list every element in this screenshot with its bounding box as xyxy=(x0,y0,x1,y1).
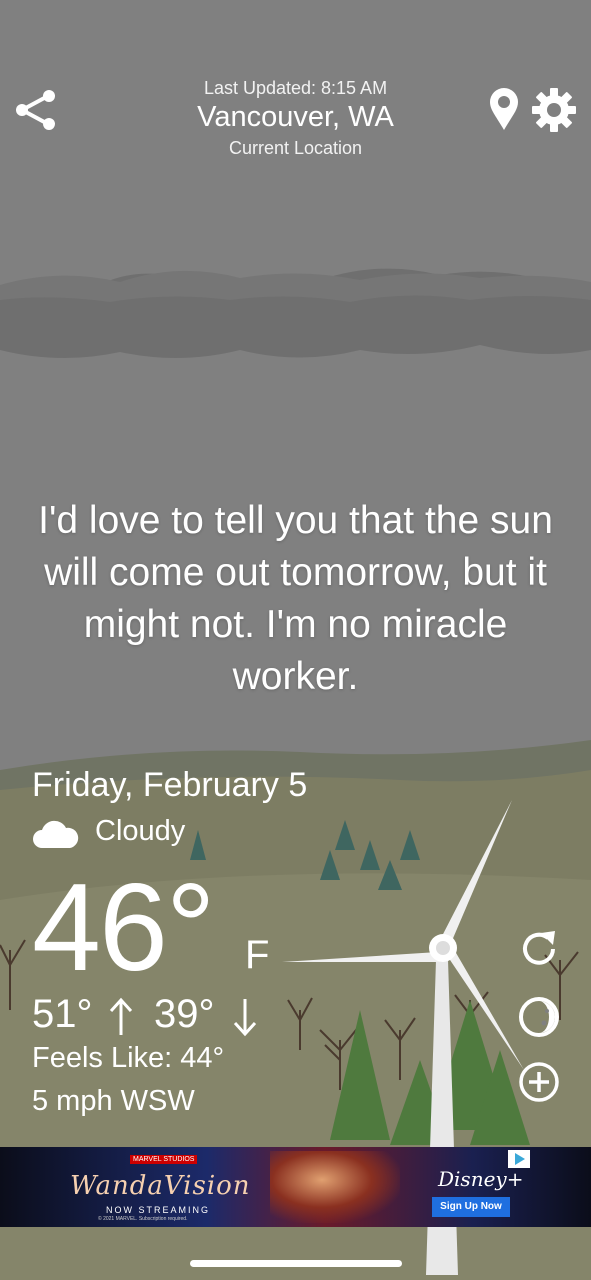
add-icon xyxy=(519,1062,559,1102)
feels-like: Feels Like: 44° xyxy=(32,1042,225,1074)
location-label: Current Location xyxy=(228,138,363,158)
ad-studio: MARVEL STUDIOS xyxy=(130,1155,198,1164)
low-temperature: 39° xyxy=(154,992,215,1036)
ad-fineprint: © 2021 MARVEL. Subscription required. xyxy=(98,1216,188,1222)
current-temperature: 46° xyxy=(32,859,216,997)
cloud-icon xyxy=(33,820,79,848)
ad-choices-button[interactable] xyxy=(508,1150,530,1168)
weather-quote: I'd love to tell you that the sun will c… xyxy=(38,499,553,698)
moon-button[interactable] xyxy=(517,995,561,1039)
ad-banner[interactable]: MARVEL STUDIOS WandaVision NOW STREAMING… xyxy=(0,1147,591,1227)
add-button[interactable] xyxy=(517,1060,561,1104)
ad-cta-button[interactable]: Sign Up Now xyxy=(432,1197,510,1217)
gear-icon xyxy=(532,88,576,132)
arrow-down-icon xyxy=(233,999,257,1037)
moon-icon xyxy=(519,997,559,1037)
home-indicator[interactable] xyxy=(190,1260,402,1267)
ad-title: WandaVision xyxy=(70,1171,251,1201)
ad-choices-icon xyxy=(515,1153,525,1165)
header: Last Updated: 8:15 AM Vancouver, WA Curr… xyxy=(0,0,591,170)
settings-button[interactable] xyxy=(530,86,578,134)
location-pin-icon xyxy=(490,88,518,130)
location-button[interactable] xyxy=(486,86,522,132)
temperature-unit: F xyxy=(245,933,270,977)
ad-brand: Disney+ xyxy=(438,1167,524,1191)
high-temperature: 51° xyxy=(32,992,93,1036)
forecast-date: Friday, February 5 xyxy=(32,766,308,804)
condition-text: Cloudy xyxy=(95,815,186,847)
ad-artwork xyxy=(270,1151,400,1223)
refresh-icon xyxy=(523,931,555,965)
arrow-up-icon xyxy=(109,997,133,1035)
ad-tagline: NOW STREAMING xyxy=(106,1205,210,1215)
refresh-button[interactable] xyxy=(517,927,561,971)
wind-info: 5 mph WSW xyxy=(32,1085,195,1117)
